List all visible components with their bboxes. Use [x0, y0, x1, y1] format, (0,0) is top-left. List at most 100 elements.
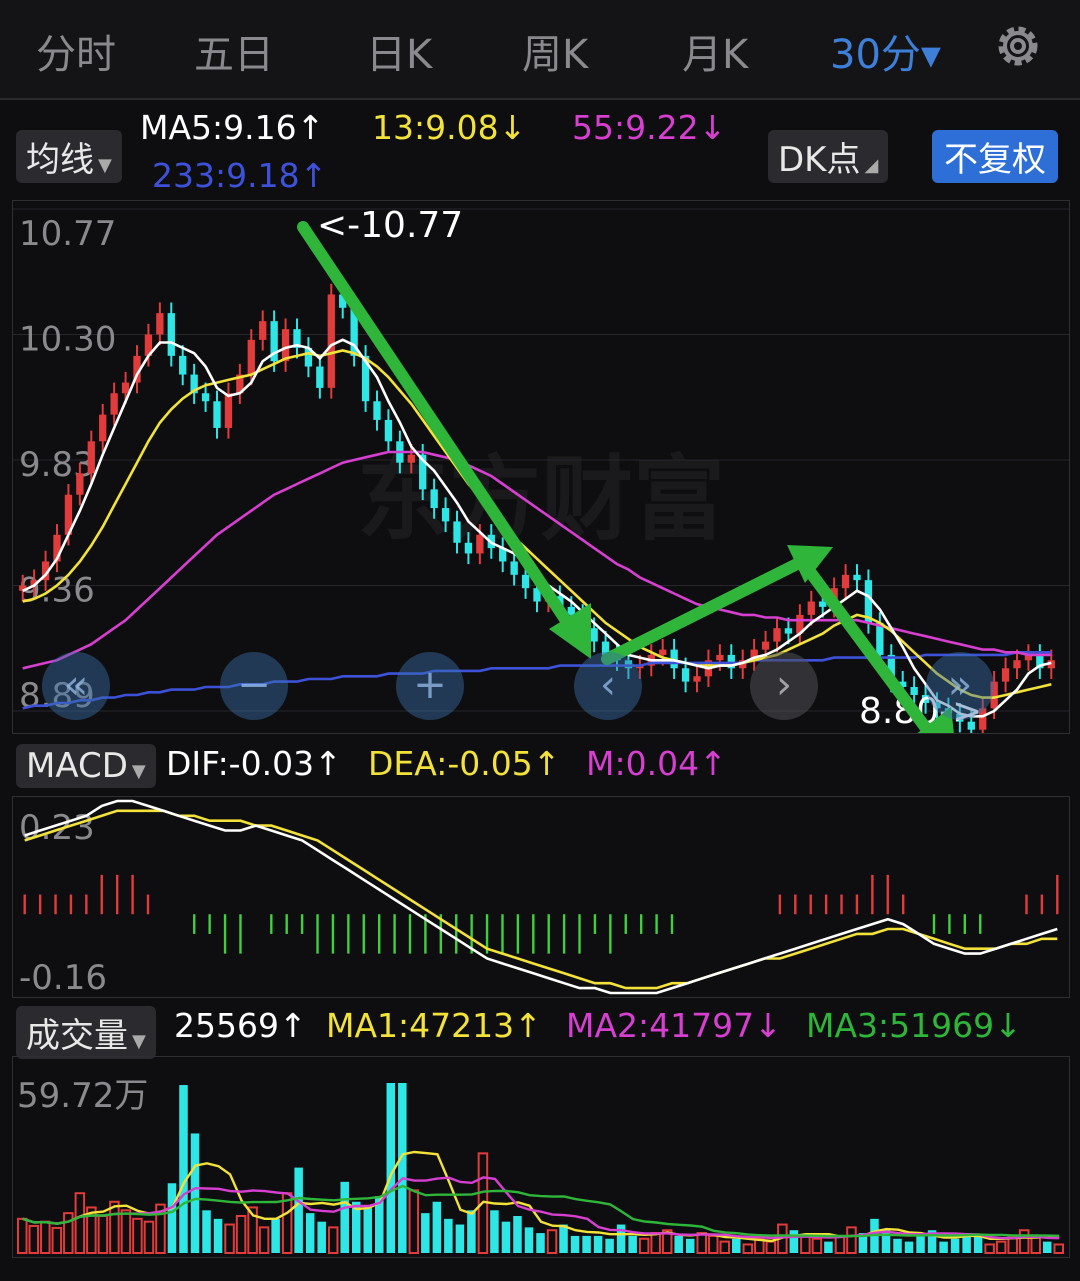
volume-bar [455, 1224, 465, 1253]
candle [236, 363, 244, 404]
tab-daily-k[interactable]: 日K [366, 22, 432, 80]
ma233-label: 233:9.18↑ [152, 156, 328, 195]
macd-selector-label: MACD [26, 746, 128, 786]
corner-triangle-icon: ◢ [864, 155, 879, 176]
double-chevron-left-icon: « [63, 662, 89, 708]
volume-bar [811, 1237, 823, 1254]
volume-bar [628, 1235, 637, 1253]
ma5-label: MA5:9.16↑ [140, 108, 325, 147]
no-adjust-button[interactable]: 不复权 [932, 130, 1058, 183]
volume-bar [995, 1240, 1007, 1254]
volume-bar [167, 1183, 177, 1253]
volume-selector-label: 成交量 [26, 1016, 128, 1056]
volume-bar [536, 1233, 545, 1253]
candle [316, 355, 324, 399]
price-tick-label: 10.77 [19, 214, 116, 254]
volume-bar [408, 1189, 420, 1255]
volume-bar [467, 1210, 476, 1253]
ma-selector[interactable]: 均线 ▼ [16, 130, 122, 183]
volume-bar [327, 1226, 339, 1255]
candle [1001, 657, 1010, 693]
gear-icon[interactable] [992, 20, 1044, 72]
volume-bar [950, 1238, 960, 1253]
volume-bar [258, 1226, 270, 1255]
candle [213, 390, 221, 439]
tab-30min[interactable]: 30分▾ [830, 22, 941, 80]
tab-intraday[interactable]: 分时 [36, 22, 116, 80]
volume-tick-label: 59.72万 [17, 1076, 148, 1116]
volume-chart[interactable]: 59.72万 [12, 1056, 1070, 1258]
caret-down-icon: ▼ [98, 155, 112, 176]
volume-bar [732, 1238, 741, 1253]
scroll-left-button[interactable]: ‹ [574, 652, 642, 720]
price-chart[interactable]: 东方财富 10.7710.309.839.368.89 <-10.77 8.80… [12, 200, 1070, 734]
price-tick-label: 10.30 [19, 320, 116, 360]
volume-bar [570, 1235, 580, 1253]
zoom-in-button[interactable]: + [396, 652, 464, 720]
volume-bar [559, 1224, 568, 1253]
tab-five-day[interactable]: 五日 [194, 22, 274, 80]
candle [281, 318, 290, 372]
chevron-right-icon: › [776, 662, 792, 708]
ma55-label: 55:9.22↓ [572, 108, 727, 147]
volume-bar [432, 1201, 442, 1253]
volume-bar [1042, 1241, 1052, 1253]
candle [796, 604, 804, 645]
candle [293, 318, 301, 359]
candle [224, 382, 233, 439]
candle [53, 524, 61, 573]
candle [853, 564, 861, 591]
dk-point-button[interactable]: DK点 ◢ [768, 130, 889, 183]
volume-bar [973, 1235, 983, 1253]
volume-bar [513, 1215, 522, 1253]
period-tab-bar: 分时 五日 日K 周K 月K 30分▾ [0, 0, 1080, 100]
ma13-label: 13:9.08↓ [372, 108, 527, 147]
volume-bar [109, 1200, 120, 1254]
scroll-right-button[interactable]: › [750, 652, 818, 720]
candle [156, 302, 164, 346]
macd-selector[interactable]: MACD ▼ [16, 744, 156, 788]
candle [167, 302, 175, 367]
tab-weekly-k[interactable]: 周K [522, 22, 588, 80]
chevron-left-icon: ‹ [600, 662, 616, 708]
tab-monthly-k[interactable]: 月K [682, 22, 748, 80]
ma-info-bar: 均线 ▼ MA5:9.16↑ 13:9.08↓ 55:9.22↓ 233:9.18… [0, 104, 1080, 195]
volume-bar [904, 1241, 914, 1253]
volume-bar [546, 1229, 558, 1255]
rewind-button[interactable]: « [42, 652, 110, 720]
volume-selector[interactable]: 成交量 ▼ [16, 1006, 156, 1059]
volume-bar [224, 1223, 235, 1255]
volume-bar [271, 1218, 280, 1253]
candle [99, 403, 107, 452]
candle [304, 337, 313, 378]
volume-bar [824, 1241, 833, 1253]
volume-bar [765, 1240, 777, 1254]
volume-bar [190, 1133, 200, 1253]
volume-bar [789, 1230, 799, 1253]
candle [190, 363, 198, 404]
price-tick-label: 9.36 [19, 571, 95, 611]
volume-bar [524, 1227, 534, 1253]
fast-forward-button[interactable]: » [926, 652, 994, 720]
volume-bar [685, 1238, 695, 1253]
macd-tick-label: -0.16 [19, 958, 107, 998]
volume-bar [340, 1181, 349, 1253]
volume-bar [213, 1218, 223, 1253]
macd-chart[interactable]: 0.23 -0.16 [12, 796, 1070, 998]
volume-bar [800, 1234, 811, 1254]
volume-bar [1018, 1229, 1030, 1255]
vol-ma2-label: MA2:41797↓ [566, 1006, 782, 1045]
volume-bar [17, 1217, 28, 1255]
candle [1024, 644, 1033, 671]
volume-bar [305, 1213, 315, 1253]
down-arrow-1 [297, 221, 579, 637]
volume-bar [235, 1214, 247, 1254]
volume-bar [28, 1224, 40, 1255]
candle [373, 390, 381, 431]
volume-bar [444, 1218, 453, 1253]
plus-icon: + [413, 662, 447, 708]
zoom-out-button[interactable]: − [220, 652, 288, 720]
volume-bar [51, 1226, 63, 1255]
volume-bar [421, 1213, 430, 1253]
caret-down-icon: ▼ [131, 761, 146, 782]
